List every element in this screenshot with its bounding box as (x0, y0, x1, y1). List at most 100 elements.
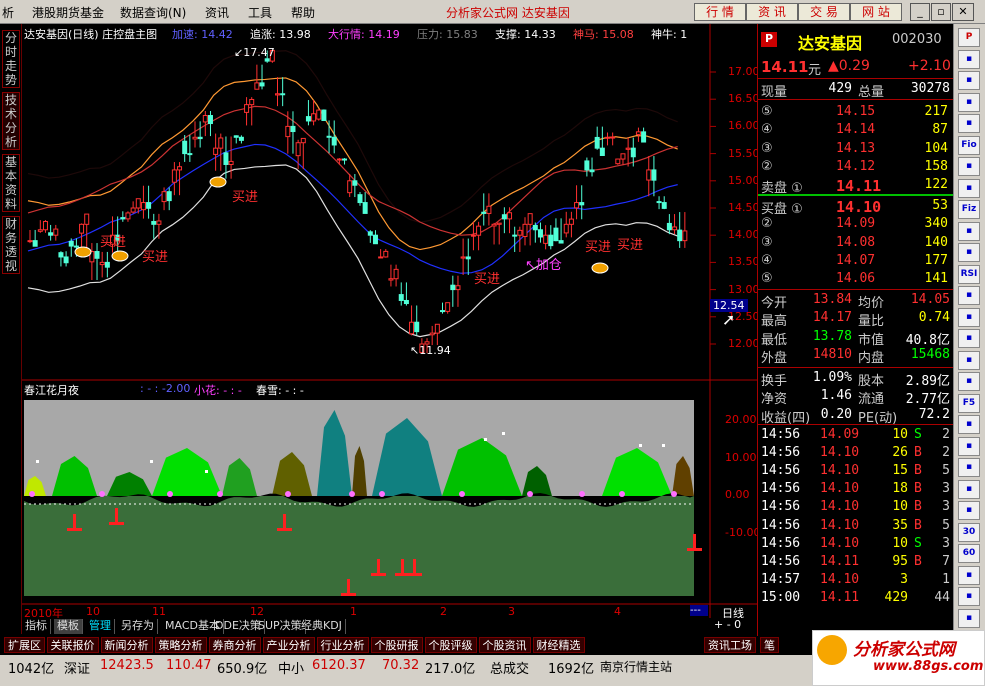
candle-body (403, 299, 409, 305)
tab-technical-analysis[interactable]: 技术分析 (2, 92, 20, 150)
kline-chart[interactable] (22, 24, 757, 624)
extension-tab[interactable]: 个股资讯 (478, 637, 531, 653)
toolbar-icon[interactable]: ▪ (958, 458, 980, 477)
toolbar-icon[interactable]: Fio (958, 135, 980, 155)
toolbar-icon[interactable]: ▪ (958, 329, 980, 348)
toolbar-icon[interactable]: ▪ (958, 501, 980, 520)
zoom-controls[interactable]: + - 0 (714, 618, 757, 635)
template-tab[interactable]: 模板 (54, 619, 83, 634)
candle-body (295, 142, 301, 157)
tab-intraday[interactable]: 分时走势 (2, 30, 20, 88)
buy-signal-label: 买进 (585, 240, 612, 255)
candle-body (388, 278, 394, 281)
candle-body (440, 310, 445, 313)
pink-dot-icon (527, 491, 533, 497)
extension-tab[interactable]: 券商分析 (208, 637, 261, 653)
sell-level-price: 14.13 (836, 140, 876, 156)
candle-body (238, 136, 244, 141)
toolbar-icon[interactable]: ▪ (958, 286, 980, 305)
tab-fundamentals[interactable]: 基本资料 (2, 154, 20, 212)
tick-price: 14.11 (820, 589, 860, 605)
template-tab[interactable]: 管理 (86, 619, 115, 634)
toolbar-icon[interactable]: P (958, 28, 980, 47)
menu-item-tools[interactable]: 工具 (248, 4, 272, 21)
indicator-xiaohua: 小花: - : - (194, 384, 242, 397)
info-workshop-tab[interactable]: 资讯工场 (704, 637, 756, 653)
toolbar-icon[interactable]: ▪ (958, 157, 980, 176)
chart-area[interactable]: 达安基因(日线) 庄控盘主图 加速: 14.42 追涨: 13.98 大行情: 14… (22, 24, 760, 624)
template-tab[interactable]: 另存为 (118, 619, 158, 634)
high-price-value: 17.47 (243, 46, 275, 59)
extension-tab[interactable]: 产业分析 (262, 637, 315, 653)
volume-label: 现量 (761, 85, 788, 100)
candle-body (73, 245, 79, 248)
extension-tab[interactable]: 行业分析 (316, 637, 369, 653)
extension-tab[interactable]: 个股评级 (424, 637, 477, 653)
toolbar-icon[interactable]: ▪ (958, 243, 980, 262)
toolbar-icon[interactable]: ▪ (958, 307, 980, 327)
candle-body (171, 169, 177, 183)
extension-tab[interactable]: 个股研报 (370, 637, 423, 653)
minimize-icon[interactable]: _ (910, 3, 930, 21)
tick-price: 14.10 (820, 463, 860, 479)
total-volume: 30278 (910, 81, 950, 96)
candle-body (651, 169, 657, 181)
extension-tab[interactable]: 财经精选 (532, 637, 585, 653)
template-tab[interactable]: 经典KDJ (298, 619, 346, 634)
toolbar-icon[interactable]: ▪ (958, 565, 980, 585)
scroll-indicator[interactable]: --- (690, 605, 708, 616)
extension-tab[interactable]: 新闻分析 (100, 637, 153, 653)
quote-button[interactable]: 行 情 (694, 3, 746, 21)
toolbar-icon[interactable]: ▪ (958, 415, 980, 434)
indicator-value: : - : -2.00 (140, 382, 191, 395)
toolbar-icon[interactable]: ▪ (958, 372, 980, 391)
candle-body (197, 136, 203, 140)
menu-item-hk-futures[interactable]: 港股期货基金 (32, 4, 104, 21)
toolbar-icon[interactable]: ▪ (958, 350, 980, 370)
close-icon[interactable]: ✕ (952, 3, 974, 21)
toolbar-icon[interactable]: ▪ (958, 92, 980, 112)
menu-item-news[interactable]: 资讯 (205, 4, 229, 21)
toolbar-icon[interactable]: ▪ (958, 587, 980, 606)
extension-tab[interactable]: 策略分析 (154, 637, 207, 653)
stat-value: 13.84 (812, 292, 852, 307)
menu-item-analysis[interactable]: 析 (2, 4, 14, 21)
toolbar-icon[interactable]: ▪ (958, 608, 980, 628)
restore-icon[interactable]: ▫ (931, 3, 951, 21)
toolbar-icon[interactable]: ▪ (958, 479, 980, 499)
template-tab[interactable]: 指标 (22, 619, 51, 634)
menu-item-help[interactable]: 帮助 (291, 4, 315, 21)
stock-name: 达安基因 (798, 34, 863, 53)
indicator-bg-lower (24, 496, 694, 596)
toolbar-icon[interactable]: RSI (958, 264, 980, 284)
toolbar-icon[interactable]: 30 (958, 522, 980, 542)
red-signal-bar (413, 559, 416, 573)
website-button[interactable]: 网 站 (850, 3, 902, 21)
trade-button[interactable]: 交 易 (798, 3, 850, 21)
extension-tab[interactable]: 关联报价 (46, 637, 99, 653)
toolbar-icon[interactable]: 60 (958, 544, 980, 563)
toolbar-icon[interactable]: ▪ (958, 49, 980, 69)
toolbar-icon[interactable]: F5 (958, 393, 980, 413)
toolbar-icon[interactable]: ▪ (958, 221, 980, 241)
pen-tab[interactable]: 笔 (760, 637, 779, 653)
indicator-title: 春江花月夜 (24, 384, 79, 397)
info-button[interactable]: 资 讯 (746, 3, 798, 21)
toolbar-icon[interactable]: Fiz (958, 200, 980, 219)
tick-time: 14:56 (761, 481, 801, 497)
toolbar-icon[interactable]: ▪ (958, 436, 980, 456)
price-axis-tick: 17.00 (728, 65, 760, 78)
candle-body (42, 221, 48, 231)
toolbar-icon[interactable]: ▪ (958, 178, 980, 198)
candle-body (94, 251, 100, 259)
stat-value: 0.74 (918, 310, 950, 326)
toolbar-icon[interactable]: ▪ (958, 71, 980, 90)
toolbar-icon[interactable]: ▪ (958, 114, 980, 133)
add-position-label: ↖加仓 (525, 258, 562, 273)
tick-price: 14.10 (820, 571, 860, 587)
logo-url: www.88gs.com (873, 659, 984, 674)
menu-item-data-query[interactable]: 数据查询(N) (120, 4, 186, 21)
extension-tab[interactable]: 扩展区 (4, 637, 45, 653)
tab-financial[interactable]: 财务透视 (2, 216, 20, 274)
candle-body (537, 229, 543, 238)
